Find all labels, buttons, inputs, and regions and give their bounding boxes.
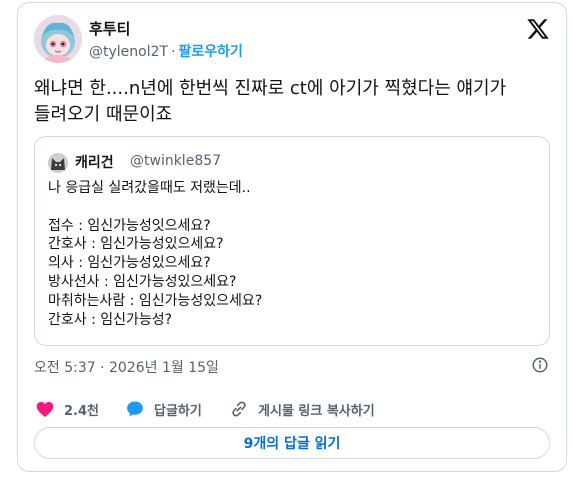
- quoted-author-name: 캐리건: [75, 155, 114, 171]
- info-icon[interactable]: [531, 356, 549, 374]
- like-button[interactable]: 2.4천: [35, 397, 99, 421]
- quoted-author-avatar: [48, 153, 68, 173]
- quoted-tweet-text: 나 응급실 실려갔을때도 저랬는데.. 접수 : 임신가능성잇으세요? 간호사 …: [48, 180, 263, 328]
- copy-link-label: 게시물 링크 복사하기: [258, 403, 375, 419]
- separator-dot: ·: [171, 44, 176, 60]
- reply-bubble-icon: [127, 401, 143, 417]
- x-logo-icon[interactable]: [526, 17, 550, 41]
- like-count: 2.4천: [64, 403, 99, 419]
- follow-button[interactable]: 팔로우하기: [179, 44, 243, 60]
- author-name[interactable]: 후투티: [89, 18, 130, 39]
- tweet-text: 왜냐면 한....n년에 한번씩 진짜로 ct에 아기가 찍혔다는 얘기가 들려…: [34, 78, 507, 125]
- quoted-tweet[interactable]: 캐리건 @twinkle857 나 응급실 실려갔을때도 저랬는데.. 접수 :…: [34, 136, 550, 346]
- author-handle[interactable]: @tylenol2T: [89, 44, 168, 60]
- heart-icon: [36, 401, 54, 417]
- copy-link-button[interactable]: 게시물 링크 복사하기: [229, 397, 375, 421]
- quoted-author-handle: @twinkle857: [130, 153, 222, 169]
- link-icon: [232, 401, 246, 417]
- author-avatar[interactable]: [34, 15, 82, 63]
- tweet-timestamp[interactable]: 오전 5:37 · 2026년 1월 15일: [34, 357, 219, 377]
- author-handle-line: @tylenol2T · 팔로우하기: [89, 41, 243, 61]
- reply-label: 답글하기: [154, 403, 202, 419]
- read-replies-button[interactable]: 9개의 답글 읽기: [34, 427, 550, 459]
- tweet-card: 후투티 @tylenol2T · 팔로우하기 왜냐면 한....n년에 한번씩 진짜…: [17, 2, 567, 472]
- reply-button[interactable]: 답글하기: [125, 397, 202, 421]
